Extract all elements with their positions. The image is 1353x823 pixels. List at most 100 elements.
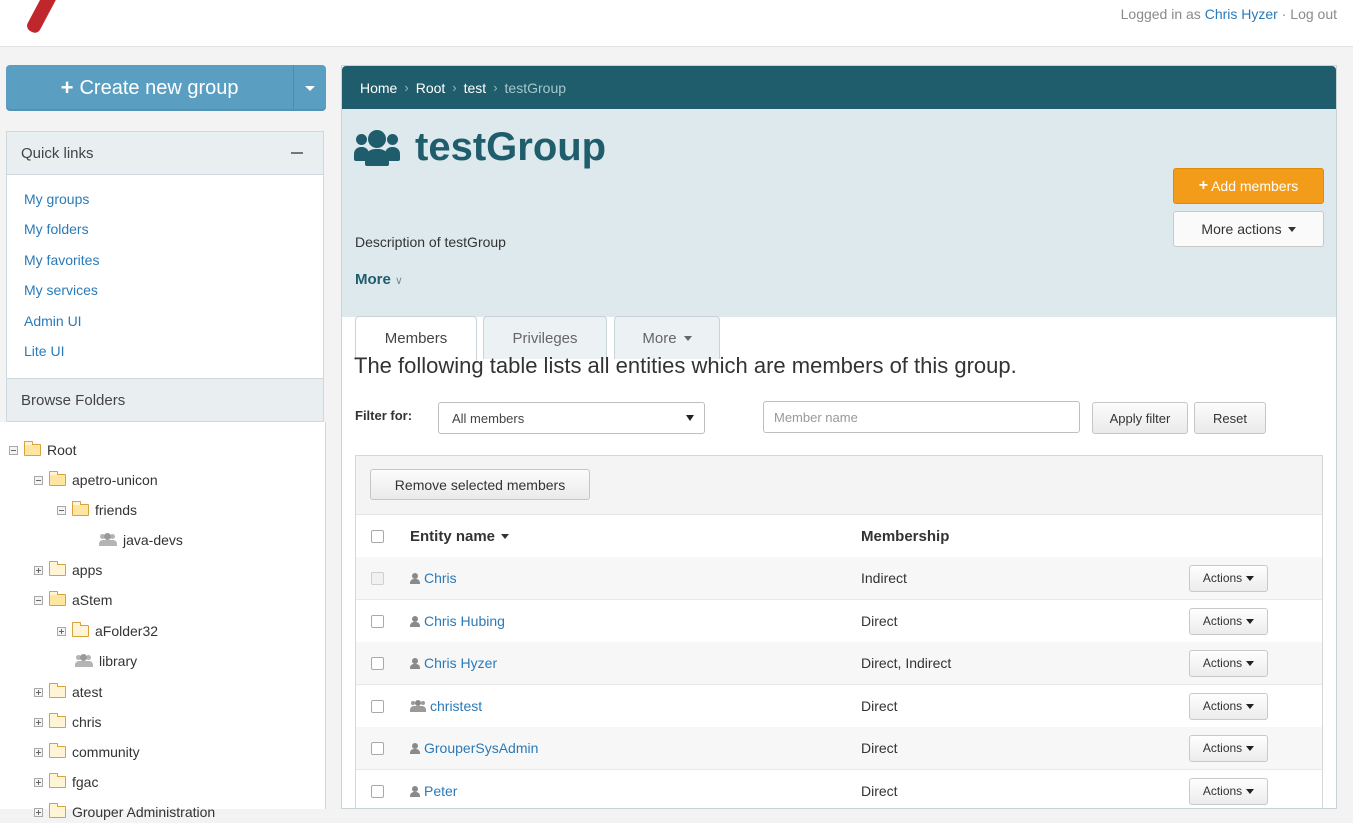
table-row: Chris Indirect Actions bbox=[356, 557, 1322, 600]
expand-toggle-icon[interactable] bbox=[34, 777, 43, 787]
row-actions-button[interactable]: Actions bbox=[1189, 734, 1268, 762]
select-all-checkbox[interactable] bbox=[371, 529, 384, 543]
tree-node-label: apetro-unicon bbox=[72, 472, 158, 488]
tab-label: More bbox=[642, 329, 677, 347]
quick-links-title: Quick links bbox=[21, 144, 94, 162]
quick-link-lite-ui[interactable]: Lite UI bbox=[7, 341, 323, 371]
more-details-toggle[interactable]: More ∨ bbox=[355, 271, 403, 288]
tree-node-apetro-unicon[interactable]: apetro-unicon bbox=[34, 469, 158, 491]
folder-tree: Root apetro-unicon friends java-devs app… bbox=[0, 422, 326, 820]
tree-node-fgac[interactable]: fgac bbox=[34, 771, 98, 793]
entity-name-column-header[interactable]: Entity name bbox=[410, 528, 510, 545]
tree-node-java-devs[interactable]: java-devs bbox=[99, 529, 183, 551]
collapse-toggle-icon[interactable] bbox=[9, 445, 18, 455]
row-checkbox[interactable] bbox=[371, 614, 384, 628]
membership-type: Direct, Indirect bbox=[861, 655, 952, 671]
group-icon bbox=[410, 700, 426, 712]
collapse-toggle-icon[interactable] bbox=[34, 595, 43, 605]
expand-toggle-icon[interactable] bbox=[34, 717, 43, 727]
breadcrumb-current: testGroup bbox=[504, 79, 567, 96]
quick-link-admin-ui[interactable]: Admin UI bbox=[7, 311, 323, 341]
create-group-dropdown-toggle[interactable] bbox=[293, 65, 326, 111]
membership-type: Indirect bbox=[861, 570, 907, 586]
row-checkbox[interactable] bbox=[371, 741, 384, 755]
main-panel: Home › Root › test › testGroup testGroup… bbox=[341, 65, 1337, 809]
logged-in-prefix: Logged in as bbox=[1120, 6, 1201, 22]
collapse-toggle-icon[interactable] bbox=[57, 505, 66, 515]
entity-link[interactable]: christest bbox=[410, 698, 482, 714]
tree-node-community[interactable]: community bbox=[34, 741, 140, 763]
row-checkbox[interactable] bbox=[371, 571, 384, 585]
person-icon bbox=[410, 572, 420, 584]
row-actions-button[interactable]: Actions bbox=[1189, 564, 1268, 592]
entity-link[interactable]: Chris Hyzer bbox=[410, 655, 497, 671]
page-title: testGroup bbox=[415, 125, 607, 169]
tree-node-grouper-administration[interactable]: Grouper Administration bbox=[34, 801, 215, 823]
quick-links-header: Quick links bbox=[6, 131, 324, 175]
tree-node-root[interactable]: Root bbox=[9, 439, 77, 461]
entity-link[interactable]: Chris bbox=[410, 570, 457, 586]
expand-toggle-icon[interactable] bbox=[34, 565, 43, 575]
tree-node-label: Grouper Administration bbox=[72, 804, 216, 820]
row-actions-label: Actions bbox=[1202, 741, 1243, 755]
quick-link-my-groups[interactable]: My groups bbox=[7, 189, 323, 219]
breadcrumb-root[interactable]: Root bbox=[416, 80, 446, 96]
collapse-icon[interactable] bbox=[291, 152, 303, 154]
entity-link[interactable]: Peter bbox=[410, 783, 457, 799]
tree-node-astem[interactable]: aStem bbox=[34, 589, 112, 611]
member-filter-value: All members bbox=[452, 410, 525, 426]
table-row: Chris Hyzer Direct, Indirect Actions bbox=[356, 642, 1322, 685]
row-actions-button[interactable]: Actions bbox=[1189, 607, 1268, 635]
apply-filter-button[interactable]: Apply filter bbox=[1092, 402, 1188, 434]
expand-toggle-icon[interactable] bbox=[57, 626, 66, 636]
create-new-group-button[interactable]: + Create new group bbox=[6, 65, 293, 111]
collapse-toggle-icon[interactable] bbox=[34, 475, 43, 485]
row-checkbox[interactable] bbox=[371, 784, 384, 798]
row-actions-button[interactable]: Actions bbox=[1189, 649, 1268, 677]
quick-link-my-favorites[interactable]: My favorites bbox=[7, 250, 323, 280]
reset-button[interactable]: Reset bbox=[1194, 402, 1266, 434]
logout-link[interactable]: Log out bbox=[1290, 6, 1337, 22]
tree-node-library[interactable]: library bbox=[75, 650, 137, 672]
caret-down-icon bbox=[686, 415, 694, 421]
row-actions-button[interactable]: Actions bbox=[1189, 692, 1268, 720]
remove-selected-members-button[interactable]: Remove selected members bbox=[370, 469, 590, 500]
breadcrumb-test[interactable]: test bbox=[464, 80, 487, 96]
tree-node-apps[interactable]: apps bbox=[34, 559, 102, 581]
breadcrumb-home[interactable]: Home bbox=[360, 80, 397, 96]
current-user-link[interactable]: Chris Hyzer bbox=[1205, 6, 1278, 22]
add-members-button[interactable]: + Add members bbox=[1173, 168, 1324, 204]
tree-node-atest[interactable]: atest bbox=[34, 681, 102, 703]
table-row: GrouperSysAdmin Direct Actions bbox=[356, 727, 1322, 770]
row-checkbox[interactable] bbox=[371, 699, 384, 713]
tree-node-label: fgac bbox=[72, 774, 99, 790]
entity-link[interactable]: Chris Hubing bbox=[410, 613, 505, 629]
quick-link-my-services[interactable]: My services bbox=[7, 280, 323, 310]
expand-toggle-icon[interactable] bbox=[34, 687, 43, 697]
row-checkbox[interactable] bbox=[371, 656, 384, 670]
tree-node-afolder32[interactable]: aFolder32 bbox=[57, 620, 158, 642]
caret-down-icon bbox=[683, 335, 692, 341]
tree-node-friends[interactable]: friends bbox=[57, 499, 137, 521]
caret-down-icon bbox=[1246, 703, 1255, 709]
member-name-input[interactable] bbox=[763, 401, 1080, 433]
entity-link[interactable]: GrouperSysAdmin bbox=[410, 740, 538, 756]
group-description: Description of testGroup bbox=[355, 234, 506, 250]
members-table: Remove selected members Entity name Memb… bbox=[355, 455, 1323, 808]
tree-node-chris[interactable]: chris bbox=[34, 711, 102, 733]
caret-down-icon bbox=[1246, 618, 1255, 624]
tree-node-label: chris bbox=[72, 714, 102, 730]
browse-folders-header: Browse Folders bbox=[6, 378, 324, 422]
more-details-label: More bbox=[355, 271, 391, 288]
create-group-button-group: + Create new group bbox=[6, 65, 326, 111]
row-actions-button[interactable]: Actions bbox=[1189, 777, 1268, 805]
expand-toggle-icon[interactable] bbox=[34, 747, 43, 757]
entity-name: Chris Hyzer bbox=[424, 655, 498, 671]
quick-link-my-folders[interactable]: My folders bbox=[7, 219, 323, 249]
more-actions-button[interactable]: More actions bbox=[1173, 211, 1324, 247]
entity-name: Peter bbox=[424, 783, 458, 799]
member-filter-select[interactable]: All members bbox=[438, 402, 705, 434]
tree-node-label: apps bbox=[72, 562, 103, 578]
person-icon bbox=[410, 785, 420, 797]
caret-down-icon bbox=[1287, 226, 1296, 232]
